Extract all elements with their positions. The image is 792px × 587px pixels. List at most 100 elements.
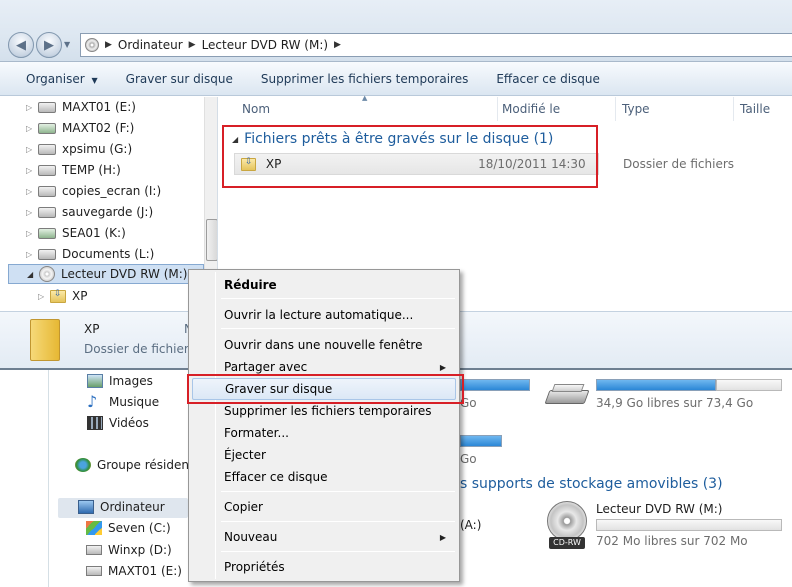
bg-nav-item-music[interactable]: ♪ Musique <box>87 392 159 411</box>
bg-nav-item-images[interactable]: Images <box>87 374 153 388</box>
menu-item-properties[interactable]: Propriétés <box>192 556 456 578</box>
videos-icon <box>87 416 103 430</box>
drive-icon <box>38 164 56 176</box>
expand-arrow-icon[interactable]: ▷ <box>26 166 38 175</box>
expand-arrow-icon[interactable]: ▷ <box>26 103 38 112</box>
expand-arrow-icon[interactable]: ▷ <box>38 292 50 301</box>
group-header[interactable]: ◢ Fichiers prêts à être gravés sur le di… <box>232 131 553 147</box>
menu-item-copy[interactable]: Copier <box>192 496 456 518</box>
expand-arrow-icon[interactable]: ▷ <box>26 208 38 217</box>
drive-icon <box>38 248 56 260</box>
menu-separator <box>221 298 455 299</box>
menu-item-open-new-window[interactable]: Ouvrir dans une nouvelle fenêtre <box>192 334 456 356</box>
cd-rw-icon[interactable]: CD-RW <box>545 499 589 551</box>
cd-drive-icon <box>39 266 55 282</box>
dropdown-arrow-icon: ▼ <box>91 75 98 85</box>
details-name: XP <box>84 322 100 336</box>
cd-rw-badge: CD-RW <box>549 537 585 549</box>
delete-temp-files-button[interactable]: Supprimer les fichiers temporaires <box>247 72 482 86</box>
bg-nav-item-d[interactable]: Winxp (D:) <box>86 543 172 557</box>
expand-arrow-icon[interactable]: ▷ <box>26 187 38 196</box>
menu-item-share-with[interactable]: Partager avec ▶ <box>192 356 456 378</box>
drive2-usage-bar <box>596 379 716 391</box>
nav-scrollbar-thumb[interactable] <box>206 219 217 261</box>
bg-nav-item-e[interactable]: MAXT01 (E:) <box>86 564 182 578</box>
folder-large-icon <box>30 319 60 361</box>
nav-item-xpsimu[interactable]: ▷ xpsimu (G:) <box>0 139 200 159</box>
breadcrumb-chevron-icon[interactable]: ▶ <box>334 40 341 50</box>
nav-item-documents[interactable]: ▷ Documents (L:) <box>0 244 200 264</box>
details-type: Dossier de fichiers <box>84 342 196 356</box>
address-bar[interactable]: ▶ Ordinateur ▶ Lecteur DVD RW (M:) ▶ <box>80 33 792 57</box>
menu-item-collapse[interactable]: Réduire <box>192 274 456 296</box>
music-icon: ♪ <box>87 392 98 411</box>
expand-arrow-icon[interactable]: ▷ <box>26 124 38 133</box>
menu-separator <box>221 491 455 492</box>
burn-to-disc-button[interactable]: Graver sur disque <box>112 72 247 86</box>
column-header-name[interactable]: Nom <box>236 97 498 121</box>
drive1-free-text: Go <box>460 396 477 410</box>
expand-arrow-icon[interactable]: ▷ <box>26 250 38 259</box>
nav-item-temp[interactable]: ▷ TEMP (H:) <box>0 160 200 180</box>
submenu-arrow-icon: ▶ <box>439 532 446 542</box>
breadcrumb-chevron-icon[interactable]: ▶ <box>189 40 196 50</box>
removable-storage-header: s supports de stockage amovibles (3) <box>460 476 723 492</box>
dvd-usage-bar <box>596 519 782 531</box>
bg-nav-item-computer[interactable]: Ordinateur <box>78 500 165 514</box>
menu-item-delete-temp-files[interactable]: Supprimer les fichiers temporaires <box>192 400 456 422</box>
column-header-size[interactable]: Taille <box>734 97 792 121</box>
menu-item-format[interactable]: Formater... <box>192 422 456 444</box>
menu-item-autoplay[interactable]: Ouvrir la lecture automatique... <box>192 304 456 326</box>
back-button[interactable]: ◀ <box>8 32 34 58</box>
menu-item-burn-to-disc[interactable]: Graver sur disque <box>192 378 456 400</box>
bg-nav-item-homegroup[interactable]: Groupe résidentie <box>75 458 204 472</box>
drive-icon <box>86 545 102 555</box>
drive2-usage-bar-empty <box>716 379 782 391</box>
nav-item-sea01[interactable]: ▷ SEA01 (K:) <box>0 223 200 243</box>
drive-icon <box>38 206 56 218</box>
breadcrumb-item-dvd[interactable]: Lecteur DVD RW (M:) <box>202 38 328 52</box>
windows-drive-icon <box>86 521 102 535</box>
menu-item-new[interactable]: Nouveau ▶ <box>192 526 456 548</box>
hard-drive-icon <box>544 380 590 408</box>
column-header-modified[interactable]: Modifié le <box>496 97 616 121</box>
drive2-free-text: 34,9 Go libres sur 73,4 Go <box>596 396 754 410</box>
nav-item-dvd-drive[interactable]: ◢ Lecteur DVD RW (M:) <box>8 264 204 284</box>
floppy-drive-label: (A:) <box>460 518 482 532</box>
forward-button[interactable]: ▶ <box>36 32 62 58</box>
nav-item-sauvegarde[interactable]: ▷ sauvegarde (J:) <box>0 202 200 222</box>
drive-icon <box>38 185 56 197</box>
title-bar: ◀ ▶ ▼ ▶ Ordinateur ▶ Lecteur DVD RW (M:)… <box>0 0 792 62</box>
drive-icon <box>38 101 56 113</box>
network-drive-icon <box>38 122 56 134</box>
bg-nav-item-c[interactable]: Seven (C:) <box>86 521 171 535</box>
organize-button[interactable]: Organiser ▼ <box>0 72 112 86</box>
cd-drive-icon <box>85 38 99 52</box>
file-row-xp[interactable]: XP 18/10/2011 14:30 Dossier de fichiers <box>234 153 734 175</box>
expand-arrow-icon[interactable]: ▷ <box>26 145 38 154</box>
nav-item-maxt01[interactable]: ▷ MAXT01 (E:) <box>0 97 200 117</box>
menu-item-eject[interactable]: Éjecter <box>192 444 456 466</box>
collapse-group-icon[interactable]: ◢ <box>232 135 238 144</box>
nav-item-maxt02[interactable]: ▷ MAXT02 (F:) <box>0 118 200 138</box>
nav-item-xp-folder[interactable]: ▷XP <box>0 286 200 306</box>
recent-pages-chevron-icon[interactable]: ▼ <box>64 40 70 49</box>
menu-separator <box>221 551 455 552</box>
command-bar: Organiser ▼ Graver sur disque Supprimer … <box>0 62 792 96</box>
arrow-left-icon: ◀ <box>16 37 26 53</box>
menu-item-erase-disc[interactable]: Effacer ce disque <box>192 466 456 488</box>
menu-separator <box>221 328 455 329</box>
column-header-type[interactable]: Type <box>616 97 734 121</box>
expand-arrow-icon[interactable]: ▷ <box>26 229 38 238</box>
homegroup-icon <box>75 458 91 472</box>
collapse-arrow-icon[interactable]: ◢ <box>27 270 39 279</box>
breadcrumb-chevron-icon[interactable]: ▶ <box>105 40 112 50</box>
erase-disc-button[interactable]: Effacer ce disque <box>482 72 614 86</box>
drive3-free-text: Go <box>460 452 477 466</box>
dvd-drive-name[interactable]: Lecteur DVD RW (M:) <box>596 502 722 516</box>
navigation-pane: ▷ MAXT01 (E:) ▷ MAXT02 (F:) ▷ xpsimu (G:) ▷… <box>0 97 218 311</box>
nav-item-copies-ecran[interactable]: ▷ copies_ecran (I:) <box>0 181 200 201</box>
breadcrumb-item-computer[interactable]: Ordinateur <box>118 38 183 52</box>
bg-nav-item-videos[interactable]: Vidéos <box>87 416 149 430</box>
pending-burn-folder-icon <box>50 289 66 303</box>
